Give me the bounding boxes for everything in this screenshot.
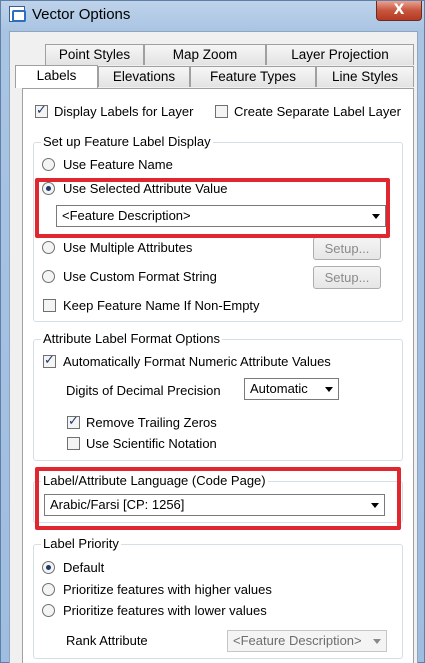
use-feature-name-label[interactable]: Use Feature Name — [63, 157, 173, 172]
priority-higher-radio[interactable] — [42, 583, 55, 596]
display-labels-label[interactable]: Display Labels for Layer — [54, 104, 193, 119]
close-button[interactable]: X — [376, 1, 422, 21]
rank-attribute-label: Rank Attribute — [66, 633, 148, 648]
chevron-down-icon — [325, 387, 333, 392]
separate-layer-label[interactable]: Create Separate Label Layer — [234, 104, 401, 119]
tab-feature-types[interactable]: Feature Types — [190, 66, 316, 87]
priority-default-radio[interactable] — [42, 561, 55, 574]
use-custom-format-radio[interactable] — [42, 270, 55, 283]
rank-attribute-value: <Feature Description> — [233, 633, 362, 648]
separate-layer-checkbox[interactable] — [215, 105, 228, 118]
tab-point-styles[interactable]: Point Styles — [45, 44, 144, 65]
priority-lower-radio[interactable] — [42, 604, 55, 617]
keep-feature-name-checkbox[interactable] — [43, 299, 56, 312]
use-multiple-attributes-label[interactable]: Use Multiple Attributes — [63, 240, 192, 255]
scientific-notation-label[interactable]: Use Scientific Notation — [86, 436, 217, 451]
use-feature-name-radio[interactable] — [42, 158, 55, 171]
rank-attribute-dropdown[interactable]: <Feature Description> — [227, 630, 387, 652]
keep-feature-name-label[interactable]: Keep Feature Name If Non-Empty — [63, 298, 260, 313]
decimal-precision-label: Digits of Decimal Precision — [66, 383, 221, 398]
priority-default-label[interactable]: Default — [63, 560, 104, 575]
highlight-selected-attribute — [35, 178, 390, 238]
use-multiple-attributes-radio[interactable] — [42, 241, 55, 254]
title-bar[interactable]: Vector Options X — [1, 1, 425, 29]
remove-trailing-zeros-label[interactable]: Remove Trailing Zeros — [86, 415, 217, 430]
setup-multiple-attributes-button[interactable]: Setup... — [313, 237, 381, 260]
app-window-icon — [9, 6, 26, 22]
tab-line-styles[interactable]: Line Styles — [316, 66, 414, 87]
auto-format-label[interactable]: Automatically Format Numeric Attribute V… — [63, 354, 331, 369]
format-options-group-title: Attribute Label Format Options — [41, 331, 223, 346]
priority-lower-label[interactable]: Prioritize features with lower values — [63, 603, 267, 618]
vector-options-window: Vector Options X Point Styles Map Zoom L… — [0, 0, 425, 663]
window-title: Vector Options — [32, 6, 131, 23]
decimal-precision-value: Automatic — [250, 381, 308, 396]
chevron-down-icon — [373, 639, 381, 644]
tab-map-zoom[interactable]: Map Zoom — [144, 44, 266, 65]
use-custom-format-label[interactable]: Use Custom Format String — [63, 269, 217, 284]
tab-elevations[interactable]: Elevations — [98, 66, 190, 87]
tab-labels[interactable]: Labels — [15, 65, 98, 88]
priority-higher-label[interactable]: Prioritize features with higher values — [63, 582, 272, 597]
label-priority-group-title: Label Priority — [41, 536, 121, 551]
setup-custom-format-button[interactable]: Setup... — [313, 266, 381, 289]
decimal-precision-dropdown[interactable]: Automatic — [244, 378, 339, 400]
scientific-notation-checkbox[interactable] — [67, 437, 80, 450]
remove-trailing-zeros-checkbox[interactable] — [67, 414, 80, 429]
display-labels-checkbox[interactable] — [35, 103, 48, 118]
auto-format-checkbox[interactable] — [43, 353, 56, 368]
labels-tab-panel: Display Labels for Layer Create Separate… — [22, 88, 414, 663]
tab-layer-projection[interactable]: Layer Projection — [266, 44, 414, 65]
highlight-language — [35, 467, 401, 530]
feature-label-group-title: Set up Feature Label Display — [41, 134, 213, 149]
